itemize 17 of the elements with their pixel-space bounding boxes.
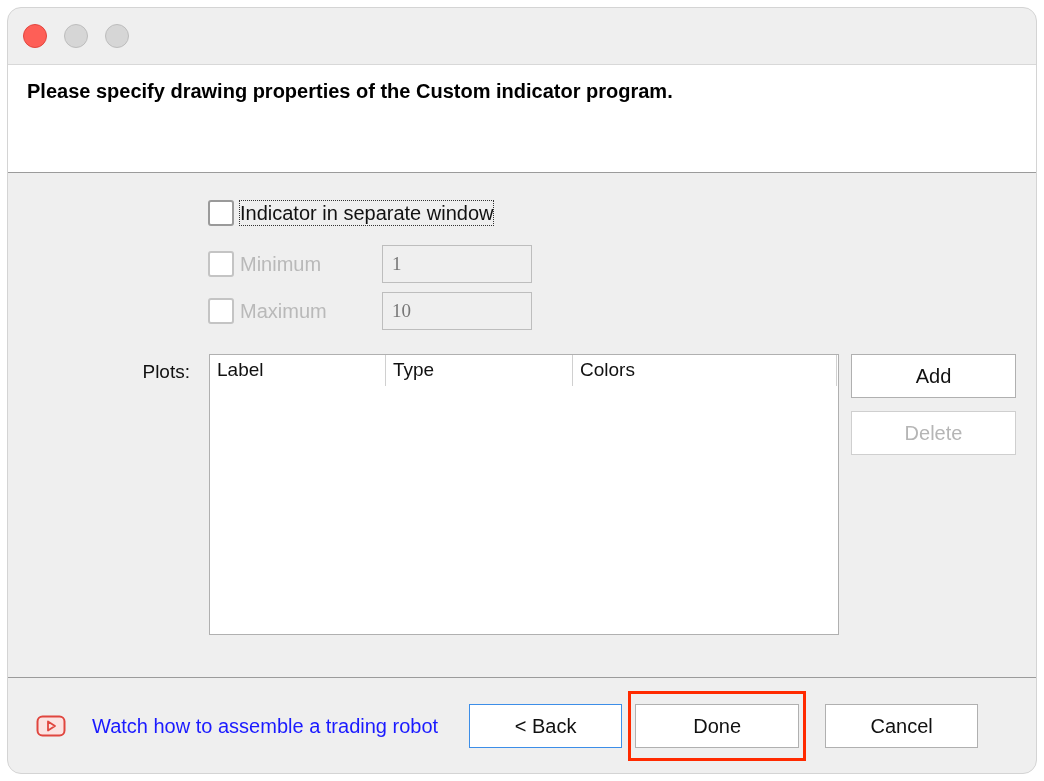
add-button[interactable]: Add xyxy=(851,354,1016,398)
plots-list[interactable]: Label Type Colors xyxy=(209,354,839,635)
zoom-button[interactable] xyxy=(105,24,129,48)
column-header[interactable]: Colors xyxy=(573,355,837,386)
instruction-text: Please specify drawing properties of the Custom indicator program. xyxy=(27,80,673,102)
back-button[interactable]: < Back xyxy=(469,703,623,748)
minimize-button[interactable] xyxy=(64,24,88,48)
checkbox-label: Indicator in separate window xyxy=(240,201,494,225)
plots-label: Plots: xyxy=(141,360,191,384)
video-play-icon xyxy=(36,714,66,737)
checkbox[interactable] xyxy=(208,200,234,226)
column-header[interactable]: Type xyxy=(386,355,573,386)
cancel-button[interactable]: Cancel xyxy=(825,703,979,748)
tutorial-link[interactable]: Watch how to assemble a trading robot xyxy=(92,710,439,741)
close-button[interactable] xyxy=(23,24,47,48)
done-button[interactable]: Done xyxy=(635,703,800,748)
column-header[interactable]: Label xyxy=(210,355,386,386)
